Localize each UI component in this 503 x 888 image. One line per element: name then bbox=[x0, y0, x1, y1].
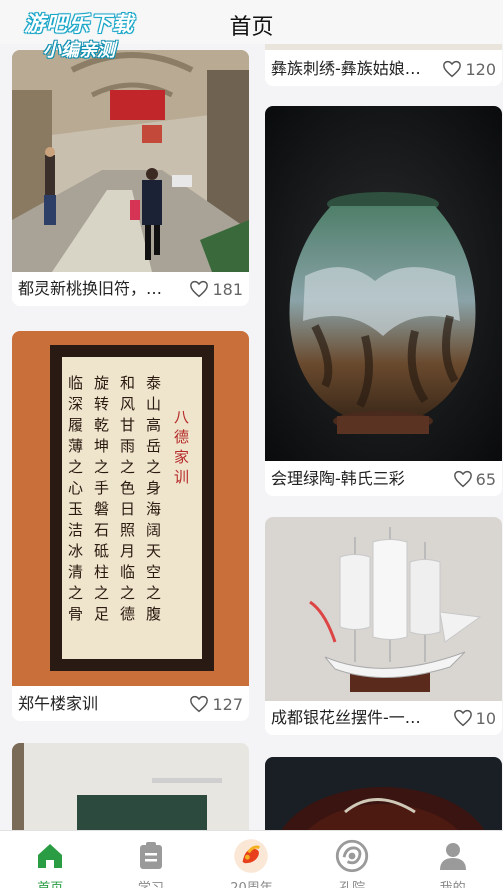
like-button[interactable]: 127 bbox=[189, 693, 243, 715]
calligraphy-scroll-photo: 八德家训 泰山高岳之身海阔天空之腹 和风甘雨之色日照月临之德 旋转乾坤之手磐石砥… bbox=[12, 331, 249, 686]
like-count: 127 bbox=[212, 694, 243, 714]
pottery-vase-photo bbox=[265, 106, 502, 461]
anniversary-logo-icon bbox=[234, 839, 269, 873]
feed-card[interactable]: 成都银花丝摆件-一… 10 bbox=[265, 517, 502, 735]
scroll-column: 和风甘雨之色日照月临之德 bbox=[120, 374, 136, 623]
confucius-institute-icon bbox=[335, 839, 369, 873]
card-title: 都灵新桃换旧符，… bbox=[18, 279, 163, 298]
scroll-column: 泰山高岳之身海阔天空之腹 bbox=[146, 374, 162, 623]
scroll-heading: 八德家训 bbox=[174, 408, 190, 486]
card-title: 成都银花丝摆件-一… bbox=[271, 708, 421, 727]
like-count: 10 bbox=[475, 708, 496, 728]
bottom-tab-bar: 首页 学习 20周年 bbox=[0, 830, 503, 888]
user-icon bbox=[439, 843, 466, 870]
heart-icon bbox=[453, 709, 472, 727]
heart-icon bbox=[453, 470, 472, 488]
heart-icon bbox=[190, 695, 209, 713]
like-button[interactable]: 181 bbox=[189, 278, 243, 300]
tab-label: 孔院 bbox=[302, 877, 403, 888]
classroom-photo bbox=[12, 743, 249, 843]
site-watermark: 游吧乐下载 小编亲测 bbox=[6, 8, 152, 62]
tab-home[interactable]: 首页 bbox=[0, 831, 101, 888]
like-button[interactable]: 120 bbox=[442, 58, 496, 80]
clipboard-icon bbox=[139, 842, 162, 869]
like-count: 181 bbox=[212, 279, 243, 299]
scroll-column: 临深履薄之心玉洁冰清之骨 bbox=[68, 374, 84, 623]
arcade-street-photo bbox=[12, 50, 249, 272]
silver-ship-photo bbox=[265, 517, 502, 701]
tab-label: 学习 bbox=[101, 877, 202, 888]
like-button[interactable]: 65 bbox=[453, 468, 496, 490]
heart-icon bbox=[443, 60, 462, 78]
feed-card[interactable]: 八德家训 泰山高岳之身海阔天空之腹 和风甘雨之色日照月临之德 旋转乾坤之手磐石砥… bbox=[12, 331, 249, 721]
feed-card[interactable]: 会理绿陶-韩氏三彩 65 bbox=[265, 106, 502, 496]
like-count: 65 bbox=[475, 469, 496, 489]
watermark-line2: 小编亲测 bbox=[43, 40, 115, 61]
card-title: 会理绿陶-韩氏三彩 bbox=[271, 469, 405, 488]
tab-label: 我的 bbox=[402, 877, 503, 888]
feed-card[interactable]: 都灵新桃换旧符，… 181 bbox=[12, 50, 249, 306]
like-button[interactable]: 10 bbox=[453, 707, 496, 729]
heart-icon bbox=[190, 280, 209, 298]
tab-study[interactable]: 学习 bbox=[101, 831, 202, 888]
feed-card[interactable] bbox=[12, 743, 249, 843]
tab-institute[interactable]: 孔院 bbox=[302, 831, 403, 888]
card-title: 彝族刺绣-彝族姑娘… bbox=[271, 59, 421, 78]
app: 首页 游吧乐下载 小编亲测 彝族刺绣-彝族姑娘… 120 都灵新桃换旧符，… 1… bbox=[0, 0, 503, 888]
tab-mine[interactable]: 我的 bbox=[402, 831, 503, 888]
tab-label: 20周年 bbox=[201, 877, 302, 888]
like-count: 120 bbox=[465, 59, 496, 79]
watermark-line1: 游吧乐下载 bbox=[24, 12, 134, 36]
home-icon bbox=[38, 844, 63, 868]
scroll-column: 旋转乾坤之手磐石砥柱之足 bbox=[94, 374, 110, 623]
tab-anniversary[interactable]: 20周年 bbox=[201, 831, 302, 888]
card-title: 郑午楼家训 bbox=[18, 694, 99, 713]
tab-label: 首页 bbox=[0, 877, 101, 888]
